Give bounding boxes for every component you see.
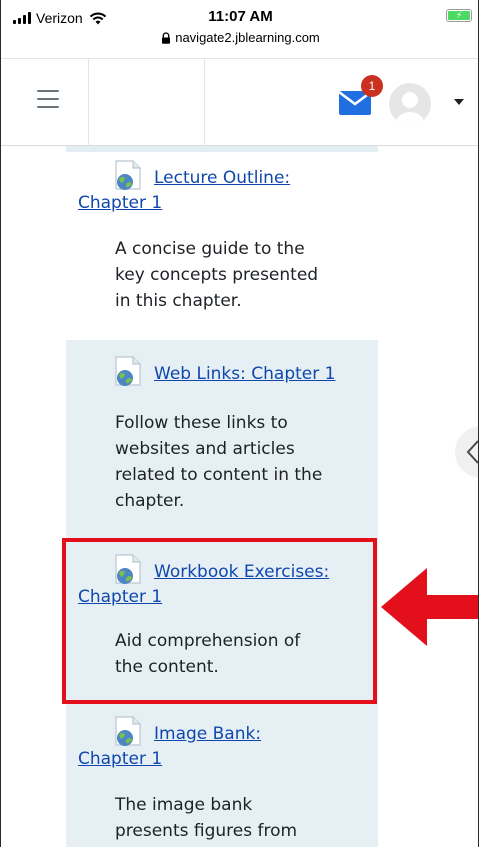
chevron-left-icon: [466, 440, 478, 464]
activity-description: The image bank presents figures from: [115, 795, 298, 841]
lock-icon: [162, 31, 171, 44]
charging-bolt-icon: ⚡: [448, 11, 470, 21]
status-bar: Verizon 11:07 AM navigate2.jblearning.co…: [1, 0, 478, 58]
activity-description: Follow these links to websites and artic…: [115, 413, 323, 511]
pointer-arrow-icon: [381, 568, 478, 646]
nav-blank-cell: [89, 59, 205, 147]
user-menu-caret-icon[interactable]: [454, 99, 464, 105]
clock: 11:07 AM: [208, 8, 273, 25]
activity-link[interactable]: Lecture Outline: Chapter 1: [78, 166, 378, 216]
drawer-toggle[interactable]: [455, 426, 478, 478]
activity-image-bank: Image Bank: Chapter 1 The image bank pres…: [66, 710, 378, 847]
messages-count-badge: 1: [361, 75, 383, 97]
site-navbar: 1: [1, 58, 478, 147]
course-section: Lecture Outline: Chapter 1 A concise guid…: [1, 146, 478, 847]
activity-web-links: Web Links: Chapter 1 Follow these links …: [66, 340, 378, 540]
user-silhouette-icon: [396, 92, 424, 125]
activity-description: A concise guide to the key concepts pres…: [115, 239, 319, 311]
activity-link[interactable]: Image Bank: Chapter 1: [78, 722, 378, 772]
avatar[interactable]: [389, 83, 431, 125]
battery-icon: ⚡: [446, 9, 472, 22]
phone-screen: Verizon 11:07 AM navigate2.jblearning.co…: [0, 0, 479, 847]
address-bar[interactable]: navigate2.jblearning.com: [1, 30, 478, 45]
hamburger-menu-icon[interactable]: [37, 90, 59, 108]
highlight-box: [62, 538, 377, 704]
activity-link[interactable]: Web Links: Chapter 1: [78, 362, 378, 387]
address-url: navigate2.jblearning.com: [175, 30, 320, 45]
activity-lecture-outline: Lecture Outline: Chapter 1 A concise guid…: [66, 152, 378, 340]
